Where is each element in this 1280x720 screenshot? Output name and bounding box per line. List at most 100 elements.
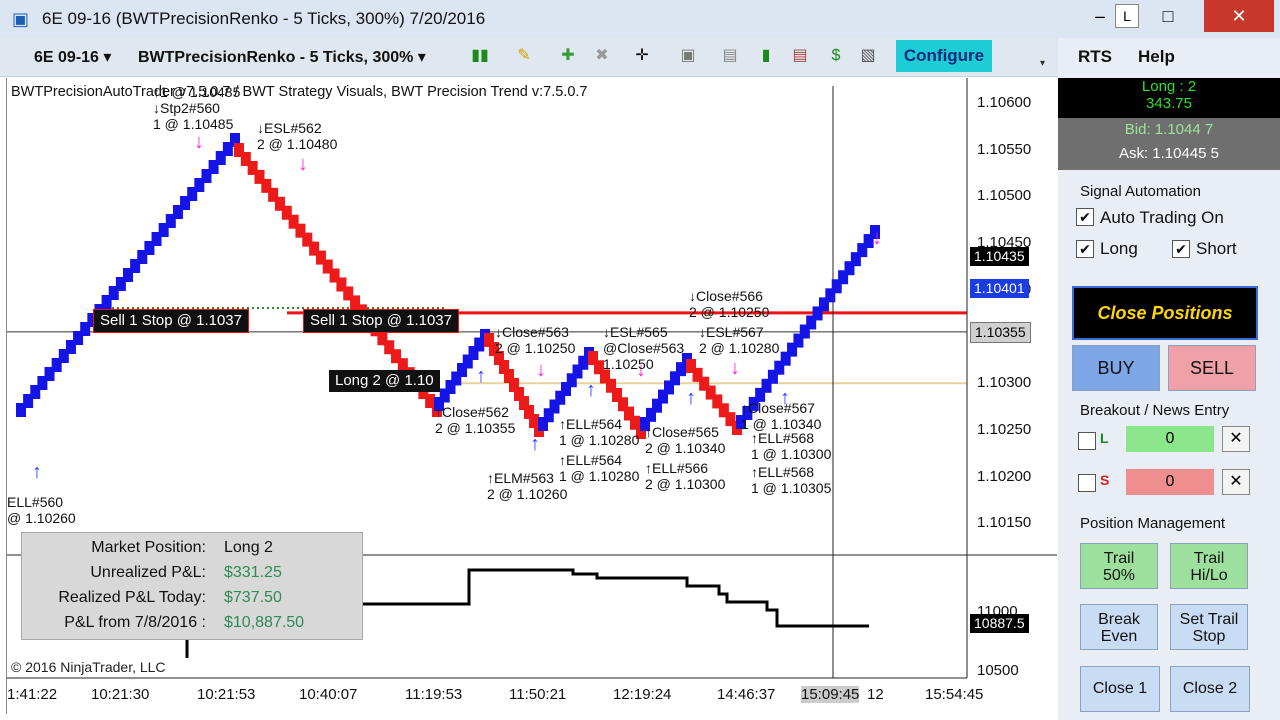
trade-control-panel: RTS Help Long : 2 343.75 Bid: 1.1044 7 A…	[1058, 38, 1280, 720]
configure-button[interactable]: Configure	[896, 40, 992, 72]
pencil-icon[interactable]: ✎	[512, 45, 536, 67]
breakout-short-label: S	[1100, 472, 1110, 488]
position-display: Long : 2 343.75	[1058, 78, 1280, 118]
trail-50-button[interactable]: Trail 50%	[1080, 543, 1158, 589]
break-even-button[interactable]: Break Even	[1080, 604, 1158, 650]
signal-label: ↑ELL#568 1 @ 1.10300	[751, 430, 832, 462]
bar-type-selector[interactable]: BWTPrecisionRenko - 5 Ticks, 300% ▾	[138, 47, 426, 67]
bars-icon[interactable]: ▮	[754, 45, 778, 67]
breakout-short-input[interactable]: 0	[1126, 469, 1214, 495]
trail-hilo-button[interactable]: Trail Hi/Lo	[1170, 543, 1248, 589]
signal-label: ↑ELL#564 1 @ 1.10280	[559, 416, 640, 448]
breakout-title: Breakout / News Entry	[1080, 402, 1230, 419]
close-2-button[interactable]: Close 2	[1170, 666, 1250, 712]
time-tick-label: 10:21:30	[91, 686, 150, 703]
maximize-button[interactable]: □	[1146, 0, 1190, 32]
bar-type-label: BWTPrecisionRenko - 5 Ticks, 300%	[138, 49, 414, 66]
breakout-short-clear-button[interactable]: ✕	[1222, 469, 1250, 495]
zoom-icon[interactable]: ▣	[676, 45, 700, 67]
data-box-icon[interactable]: ▧	[856, 45, 880, 67]
arrow-up-icon: ↑	[586, 379, 596, 401]
ask-label: Ask: 1.10445 5	[1118, 145, 1220, 162]
time-tick-label: 11:19:53	[405, 686, 463, 703]
time-tick-label: 10:40:07	[299, 686, 358, 703]
time-tick-label: 10:21:53	[197, 686, 256, 703]
unrealized-pnl-value: $331.25	[224, 564, 282, 581]
bar-style-icon[interactable]: ▮▮	[468, 45, 492, 67]
quote-display: Bid: 1.1044 7 Ask: 1.10445 5	[1058, 118, 1280, 170]
sell-button[interactable]: SELL	[1168, 345, 1256, 391]
instrument-selector[interactable]: 6E 09-16 ▾	[34, 47, 111, 67]
signal-label: ↑ELL#564 1 @ 1.10280	[559, 452, 640, 484]
align-icon[interactable]: ▤	[718, 45, 742, 67]
position-line1: Long : 2	[1141, 78, 1197, 95]
position-line2: 343.75	[1146, 95, 1192, 112]
menu-help[interactable]: Help	[1138, 47, 1175, 67]
time-tick-label: 15:54:45	[925, 686, 984, 703]
arrow-down-icon: ↓	[536, 359, 546, 381]
signal-label: ↓ESL#562 2 @ 1.10480	[257, 120, 338, 152]
arrow-down-icon: ↓	[298, 153, 308, 175]
breakout-long-label: L	[1100, 430, 1109, 446]
order-label[interactable]: Long 2 @ 1.10	[329, 370, 440, 392]
menu-rts[interactable]: RTS	[1078, 47, 1112, 67]
arrow-down-icon: ↓	[194, 131, 204, 153]
position-management-title: Position Management	[1080, 515, 1226, 532]
pnl-summary-panel: Market Position: Long 2 Unrealized P&L: $3…	[21, 532, 363, 640]
close-1-button[interactable]: Close 1	[1080, 666, 1160, 712]
copyright-label: © 2016 NinjaTrader, LLC	[11, 659, 166, 675]
short-checkbox[interactable]: ✔	[1172, 240, 1190, 258]
crosshair-plus-icon[interactable]: ✚	[556, 45, 580, 67]
pnl-marker: 10887.5	[970, 614, 1029, 633]
arrow-down-icon: ↓	[872, 227, 882, 249]
cursor-icon[interactable]: ✛	[630, 45, 654, 67]
breakout-short-checkbox[interactable]	[1078, 474, 1096, 492]
long-checkbox[interactable]: ✔	[1076, 240, 1094, 258]
price-tick-label: 1.10600	[977, 94, 1032, 111]
arrow-up-icon: ↑	[32, 461, 42, 483]
long-label: Long	[1100, 239, 1138, 258]
signal-label: ↓Close#563 2 @ 1.10250	[495, 324, 576, 356]
window-title: 6E 09-16 (BWTPrecisionRenko - 5 Ticks, 3…	[42, 9, 486, 28]
market-position-key: Market Position:	[91, 539, 206, 556]
set-trail-stop-button[interactable]: Set Trail Stop	[1170, 604, 1248, 650]
time-tick-label: 12:19:24	[613, 686, 672, 703]
signal-label: ↑Close#565 2 @ 1.10340	[645, 424, 726, 456]
chart-area[interactable]: ↑ ↓ ↓ ↑ ↑ ↓ ↑ ↓ ↑ ↓ ↑ ↓ BWTPrecisionAutoTrader v7.5…	[6, 78, 1057, 714]
price-tick-label: 1.10150	[977, 514, 1032, 532]
chart-toolbar: 6E 09-16 ▾ BWTPrecisionRenko - 5 Ticks, …	[0, 38, 1058, 77]
breakout-long-input[interactable]: 0	[1126, 426, 1214, 452]
close-window-button[interactable]: ✕	[1204, 0, 1274, 32]
renko-bricks	[16, 133, 880, 439]
total-pnl-key: P&L from 7/8/2016 :	[64, 614, 206, 631]
order-label[interactable]: Sell 1 Stop @ 1.1037	[303, 309, 459, 333]
pnl-tick-label: 10500	[977, 662, 1019, 679]
bid-label: Bid: 1.1044 7	[1124, 121, 1214, 138]
toolbar-overflow-icon[interactable]: ▾	[1040, 58, 1045, 69]
buy-button[interactable]: BUY	[1072, 345, 1160, 391]
order-label[interactable]: Sell 1 Stop @ 1.1037	[93, 309, 249, 333]
arrow-up-icon: ↑	[530, 433, 540, 455]
total-pnl-value: $10,887.50	[224, 614, 305, 631]
auto-trading-checkbox[interactable]: ✔	[1076, 208, 1094, 226]
signal-automation-title: Signal Automation	[1080, 183, 1201, 200]
title-bar: ▣ 6E 09-16 (BWTPrecisionRenko - 5 Ticks,…	[0, 0, 1280, 39]
unrealized-pnl-key: Unrealized P&L:	[90, 564, 206, 581]
breakout-long-checkbox[interactable]	[1078, 432, 1096, 450]
signal-label: ↑1 @ 1.10485 ↓Stp2#560 1 @ 1.10485	[153, 84, 241, 132]
signal-label: ELL#560 @ 1.10260	[7, 494, 76, 526]
breakout-long-clear-button[interactable]: ✕	[1222, 426, 1250, 452]
instrument-label: 6E 09-16	[34, 49, 99, 66]
realized-pnl-key: Realized P&L Today:	[58, 589, 206, 606]
indicator-label: BWTPrecisionAutoTrader v7.5.0.7 / BWT St…	[11, 84, 588, 100]
mini-window-button[interactable]: L	[1115, 4, 1139, 28]
eraser-icon[interactable]: ✖	[590, 45, 614, 67]
market-position-value: Long 2	[224, 539, 273, 556]
arrow-up-icon: ↑	[476, 365, 486, 387]
close-positions-button[interactable]: Close Positions	[1072, 286, 1258, 340]
dollar-icon[interactable]: $	[824, 45, 848, 67]
arrow-up-icon: ↑	[686, 387, 696, 409]
chart-properties-icon[interactable]: ▤	[788, 45, 812, 67]
signal-label: ↑Close#562 2 @ 1.10355	[435, 404, 516, 436]
price-tick-label: 1.10550	[977, 140, 1032, 158]
